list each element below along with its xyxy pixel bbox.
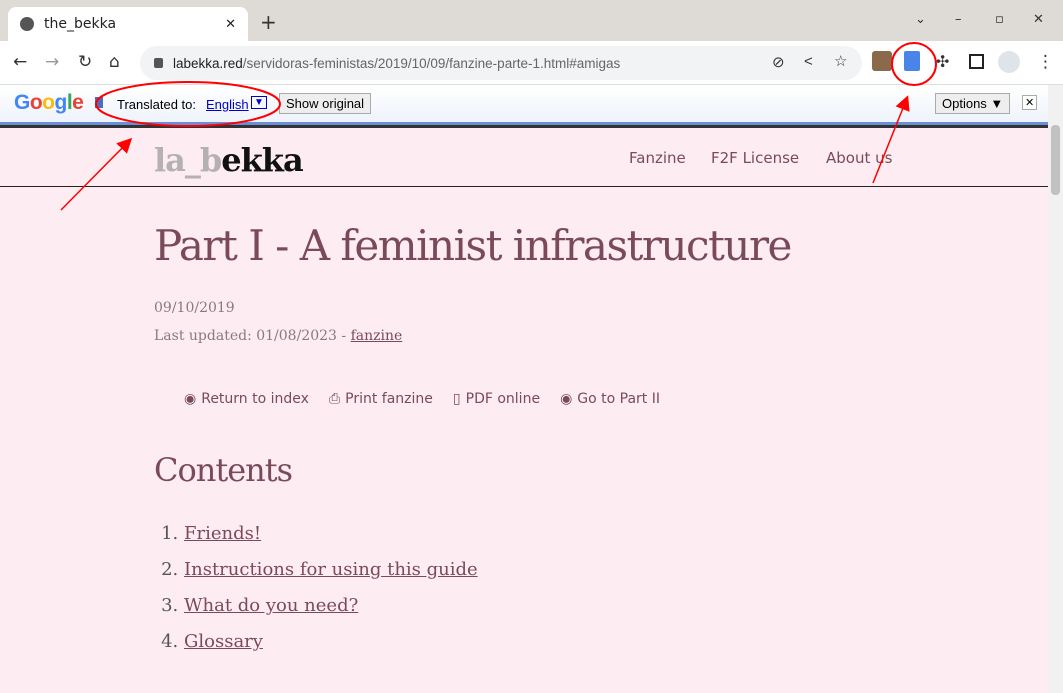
contents-link[interactable]: Glossary (184, 631, 263, 652)
back-icon[interactable]: ← (13, 52, 27, 72)
profile-avatar[interactable] (998, 51, 1020, 73)
contents-heading: Contents (154, 451, 293, 489)
minimize-button[interactable]: – (955, 12, 962, 27)
extension-off-icon[interactable] (872, 51, 892, 71)
lock-icon (154, 58, 163, 68)
pdf-online-link[interactable]: ▯ PDF online (453, 391, 540, 407)
forward-icon[interactable]: → (45, 52, 59, 72)
show-original-button[interactable]: Show original (279, 93, 372, 114)
print-fanzine-link[interactable]: ⎙ Print fanzine (329, 391, 433, 407)
eye-icon: ◉ (184, 391, 197, 407)
action-links: ◉ Return to index ⎙ Print fanzine ▯ PDF onl… (184, 391, 660, 407)
list-item: What do you need? (184, 595, 478, 631)
file-icon: ▯ (452, 391, 461, 407)
extensions-puzzle-icon[interactable]: ✣ (936, 52, 949, 71)
print-icon: ⎙ (328, 391, 341, 407)
return-to-index-link[interactable]: ◉ Return to index (184, 391, 309, 407)
tab-active[interactable]: the_bekka ✕ (8, 7, 248, 41)
translate-icon (95, 97, 103, 108)
category-link[interactable]: fanzine (351, 328, 403, 344)
contents-link[interactable]: Instructions for using this guide (184, 559, 478, 580)
scrollbar-thumb[interactable] (1051, 125, 1060, 195)
site-logo[interactable]: la_bekka (154, 141, 304, 179)
menu-kebab-icon[interactable]: ⋮ (1037, 52, 1054, 72)
close-translate-bar-button[interactable]: ✕ (1022, 95, 1038, 110)
contents-link[interactable]: Friends! (184, 523, 261, 544)
list-item: Instructions for using this guide (184, 559, 478, 595)
last-updated: Last updated: 01/08/2023 - fanzine (154, 328, 403, 344)
scrollbar[interactable] (1048, 85, 1063, 693)
tracking-off-icon[interactable]: ⊘ (772, 53, 785, 71)
language-select[interactable]: English (206, 97, 249, 112)
eye-icon: ◉ (560, 391, 573, 407)
google-translate-bar: Google Translated to: English ▼ Show ori… (0, 85, 1048, 128)
globe-icon (20, 17, 34, 31)
new-tab-button[interactable]: + (260, 10, 277, 34)
reload-icon[interactable]: ↻ (78, 52, 92, 72)
page-content: la_bekka Fanzine F2F License About us Pa… (0, 131, 1048, 693)
post-date: 09/10/2019 (154, 300, 235, 316)
contents-link[interactable]: What do you need? (184, 595, 358, 616)
translated-to-label: Translated to: (117, 97, 197, 112)
google-translate-icon[interactable] (904, 51, 920, 71)
close-tab-icon[interactable]: ✕ (225, 17, 236, 32)
nav-f2f-license[interactable]: F2F License (711, 149, 799, 167)
url-domain: labekka.red (173, 55, 243, 71)
maximize-button[interactable]: ▫ (995, 12, 1004, 27)
tab-title: the_bekka (44, 16, 117, 32)
share-icon[interactable]: < (804, 53, 813, 70)
tab-search-icon[interactable]: ⌄ (915, 12, 926, 27)
language-dropdown-icon[interactable]: ▼ (251, 96, 267, 109)
nav-about-us[interactable]: About us (826, 149, 892, 167)
nav-fanzine[interactable]: Fanzine (629, 149, 686, 167)
bookmark-star-icon[interactable]: ☆ (834, 52, 847, 70)
address-bar[interactable]: labekka.red /servidoras-feministas/2019/… (140, 46, 862, 80)
home-icon[interactable]: ⌂ (109, 52, 120, 72)
close-window-button[interactable]: ✕ (1033, 12, 1044, 27)
list-item: Friends! (184, 523, 478, 559)
options-button[interactable]: Options ▼ (935, 93, 1011, 114)
tab-strip: the_bekka ✕ + ⌄ – ▫ ✕ (0, 0, 1063, 41)
page-title: Part I - A feminist infrastructure (154, 221, 792, 270)
side-panel-icon[interactable] (969, 54, 984, 69)
list-item: Glossary (184, 631, 478, 667)
site-header: la_bekka Fanzine F2F License About us (0, 131, 1048, 187)
contents-list: Friends! Instructions for using this gui… (184, 523, 478, 667)
browser-toolbar: ← → ↻ ⌂ labekka.red /servidoras-feminist… (0, 41, 1063, 85)
url-path: /servidoras-feministas/2019/10/09/fanzin… (242, 55, 621, 71)
google-logo: Google (14, 91, 84, 114)
go-to-part-ii-link[interactable]: ◉ Go to Part II (560, 391, 660, 407)
